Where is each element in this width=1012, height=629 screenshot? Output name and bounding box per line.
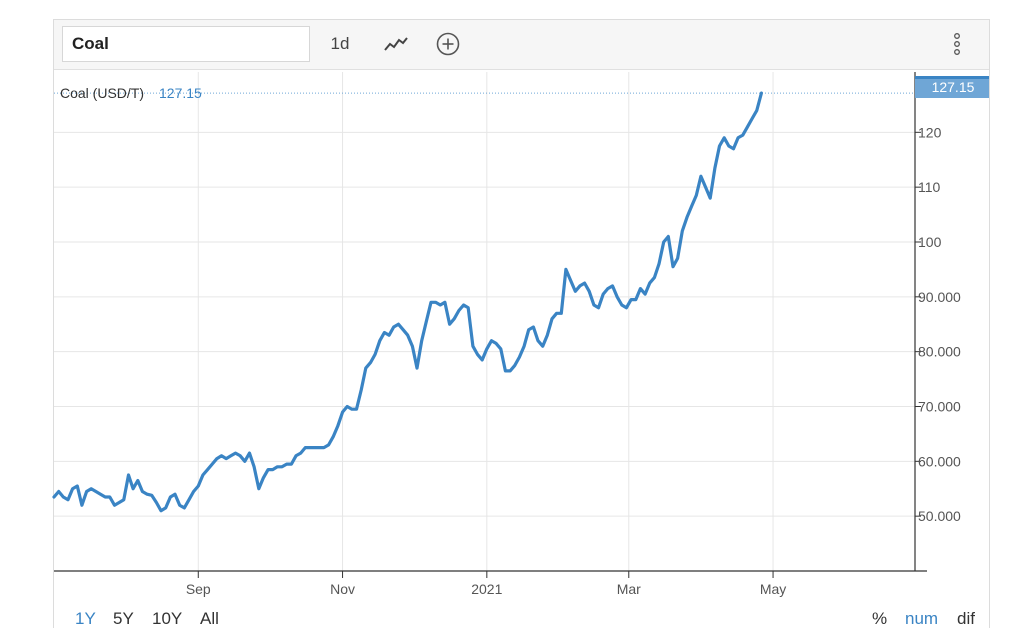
last-price-badge-text: 127.15 xyxy=(932,79,975,95)
x-tick-label: Nov xyxy=(330,581,355,597)
mode-button-num[interactable]: num xyxy=(905,609,938,629)
price-series-line xyxy=(52,91,764,513)
y-tick-label: 90.000 xyxy=(918,289,961,305)
y-tick-label: 110 xyxy=(918,179,941,195)
x-tick-label: May xyxy=(760,581,786,597)
range-button-1y[interactable]: 1Y xyxy=(75,609,96,629)
range-button-all[interactable]: All xyxy=(200,609,219,629)
y-tick-label: 60.000 xyxy=(918,453,961,469)
range-button-5y[interactable]: 5Y xyxy=(113,609,134,629)
legend-series-label: Coal (USD/T) xyxy=(60,85,144,101)
mode-button-percent[interactable]: % xyxy=(872,609,887,629)
y-tick-label: 80.000 xyxy=(918,344,961,360)
price-chart: 50.000 60.000 70.000 80.000 90.000 100 110 120 S… xyxy=(52,72,989,597)
x-tick-label: Mar xyxy=(617,581,641,597)
x-tick-label: Sep xyxy=(186,581,211,597)
range-button-10y[interactable]: 10Y xyxy=(152,609,182,629)
x-tick-label: 2021 xyxy=(471,581,502,597)
y-tick-label: 100 xyxy=(918,234,942,250)
y-tick-label: 120 xyxy=(918,124,942,140)
y-tick-label: 70.000 xyxy=(918,398,961,414)
y-tick-label: 50.000 xyxy=(918,508,961,524)
legend-last-value: 127.15 xyxy=(159,85,202,101)
mode-button-dif[interactable]: dif xyxy=(957,609,975,629)
